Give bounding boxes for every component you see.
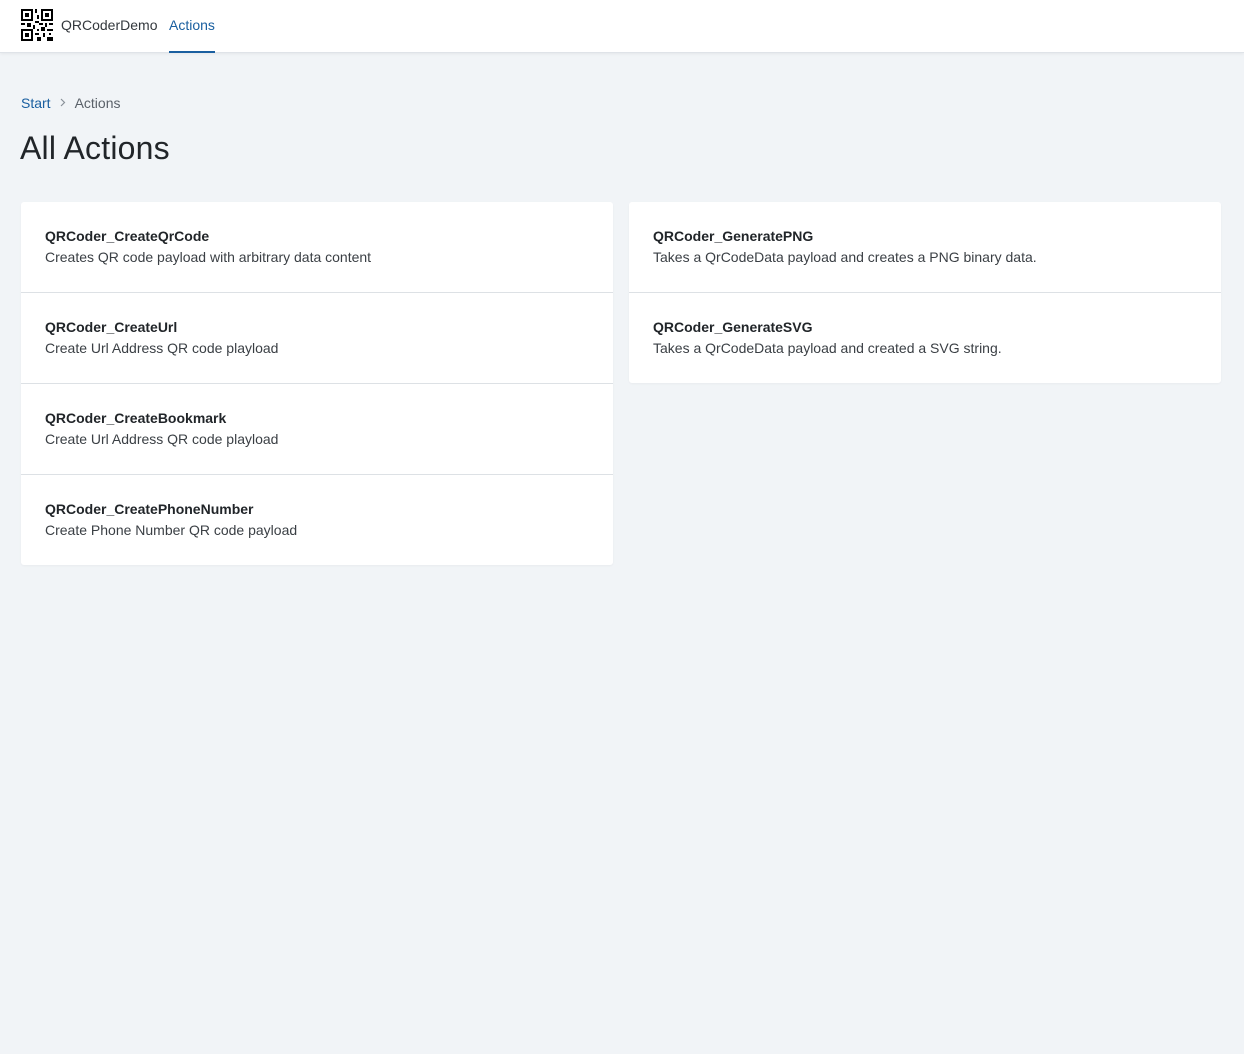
action-title: QRCoder_CreateQrCode	[45, 228, 210, 244]
breadcrumb: Start Actions	[21, 95, 121, 111]
action-card-generate-svg[interactable]: QRCoder_GenerateSVG Takes a QrCodeData p…	[629, 293, 1221, 383]
action-description: Create Phone Number QR code payload	[45, 522, 298, 538]
action-description: Create Url Address QR code playload	[45, 340, 279, 356]
page-title: All Actions	[20, 130, 170, 166]
tab-actions[interactable]: Actions	[169, 0, 215, 53]
action-description: Takes a QrCodeData payload and created a…	[653, 340, 1002, 356]
action-card-generate-png[interactable]: QRCoder_GeneratePNG Takes a QrCodeData p…	[629, 202, 1221, 293]
actions-list-left: QRCoder_CreateQrCode Creates QR code pay…	[21, 202, 613, 565]
app-name-link[interactable]: QRCoderDemo	[61, 17, 157, 33]
actions-list-right: QRCoder_GeneratePNG Takes a QrCodeData p…	[629, 202, 1221, 383]
qr-code-icon[interactable]	[21, 9, 53, 41]
action-card-create-phone-number[interactable]: QRCoder_CreatePhoneNumber Create Phone N…	[21, 475, 613, 565]
action-title: QRCoder_GenerateSVG	[653, 319, 813, 335]
action-card-create-qrcode[interactable]: QRCoder_CreateQrCode Creates QR code pay…	[21, 202, 613, 293]
top-navigation-bar: QRCoderDemo Actions	[0, 0, 1244, 53]
action-description: Create Url Address QR code playload	[45, 431, 279, 447]
action-title: QRCoder_CreatePhoneNumber	[45, 501, 254, 517]
breadcrumb-start-link[interactable]: Start	[21, 95, 51, 111]
action-title: QRCoder_CreateUrl	[45, 319, 178, 335]
action-card-create-url[interactable]: QRCoder_CreateUrl Create Url Address QR …	[21, 293, 613, 384]
breadcrumb-current: Actions	[74, 95, 121, 111]
action-description: Creates QR code payload with arbitrary d…	[45, 249, 372, 265]
action-card-create-bookmark[interactable]: QRCoder_CreateBookmark Create Url Addres…	[21, 384, 613, 475]
action-title: QRCoder_GeneratePNG	[653, 228, 814, 244]
chevron-right-icon	[60, 96, 66, 110]
action-description: Takes a QrCodeData payload and creates a…	[653, 249, 1037, 265]
action-title: QRCoder_CreateBookmark	[45, 410, 227, 426]
